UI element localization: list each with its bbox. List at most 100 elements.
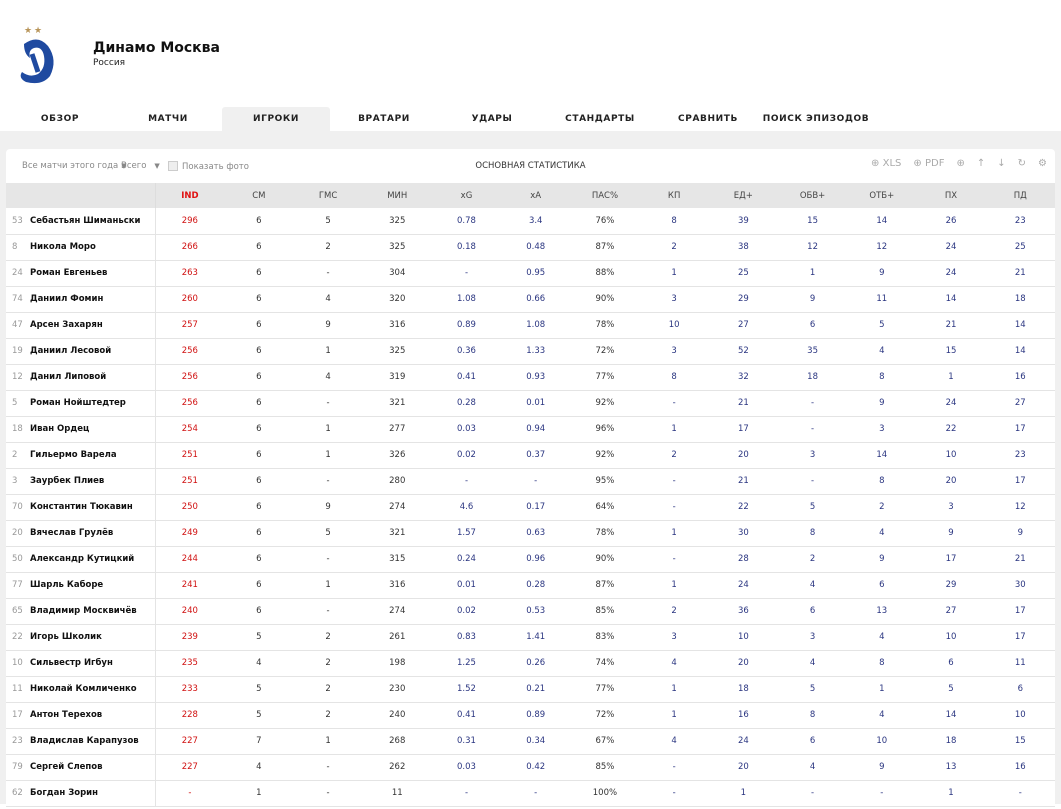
table-row[interactable]: 50 Александр Кутицкий 244 6-315 0.24 0.96 90% -… [6,546,1055,573]
table-row[interactable]: 22 Игорь Школик 239 5 2 261 0.83 1.41 83% 3 10 3 4 10… [6,624,1055,651]
column-header[interactable]: МИН [362,183,432,208]
pdf-label: PDF [924,158,945,169]
table-row[interactable]: 47 Арсен Захарян 257 6 9 316 0.89 1.08 78% 10 27 6 5… [6,312,1055,339]
player-name[interactable]: Николай Комличенко [30,684,137,694]
player-name[interactable]: Владислав Карапузов [30,736,139,746]
table-row[interactable]: 77 Шарль Каборе 241 6 1 316 0.01 0.28 87% 1 24 4 6 29… [6,572,1055,599]
player-name[interactable]: Сильвестр Игбун [30,658,113,668]
column-header[interactable]: xG [431,183,502,208]
player-cell[interactable]: 62 Богдан Зорин [6,780,156,807]
player-cell[interactable]: 53 Себастьян Шиманьски [6,208,156,235]
table-row[interactable]: 11 Николай Комличенко 233 5 2 230 1.52 0.21 77% 1… [6,676,1055,703]
table-row[interactable]: 20 Вячеслав Грулёв 249 6 5 321 1.57 0.63 78% 1 30 8… [6,520,1055,547]
tab-6[interactable]: СРАВНИТЬ [654,107,762,131]
player-cell[interactable]: 12 Данил Липовой [6,364,156,391]
export-pdf-button[interactable]: ⊕ PDF [913,158,944,169]
table-row[interactable]: 53 Себастьян Шиманьски 296 6 5 325 0.78 3.4 76% 8… [6,208,1055,235]
tab-7[interactable]: ПОИСК ЭПИЗОДОВ [762,107,870,131]
tab-0[interactable]: ОБЗОР [6,107,114,131]
table-row[interactable]: 65 Владимир Москвичёв 240 6-274 0.02 0.53 85% 2… [6,598,1055,625]
tab-5[interactable]: СТАНДАРТЫ [546,107,654,131]
table-row[interactable]: 10 Сильвестр Игбун 235 4 2 198 1.25 0.26 74% 4 20 4… [6,650,1055,677]
column-header[interactable]: ПД [985,183,1055,208]
player-name[interactable]: Себастьян Шиманьски [30,216,140,226]
column-header[interactable]: КП [639,183,709,208]
tab-1[interactable]: МАТЧИ [114,107,222,131]
player-cell[interactable]: 74 Даниил Фомин [6,286,156,313]
player-cell[interactable]: 65 Владимир Москвичёв [6,598,156,625]
player-name[interactable]: Заурбек Плиев [30,476,104,486]
player-name[interactable]: Данил Липовой [30,372,106,382]
table-row[interactable]: 74 Даниил Фомин 260 6 4 320 1.08 0.66 90% 3 29 9 11 1… [6,286,1055,313]
player-cell[interactable]: 3 Заурбек Плиев [6,468,156,495]
add-icon[interactable]: ⊕ [956,158,964,169]
player-name[interactable]: Александр Кутицкий [30,554,134,564]
player-cell[interactable]: 79 Сергей Слепов [6,754,156,781]
table-row[interactable]: 24 Роман Евгеньев 263 6-304-0.95 88% 1 25 1 9 24 2… [6,260,1055,287]
column-header[interactable]: ПАС% [570,183,640,208]
player-cell[interactable]: 5 Роман Нойштедтер [6,390,156,417]
table-row[interactable]: 18 Иван Ордец 254 6 1 277 0.03 0.94 96% 1 17-3 22 17 [6,416,1055,443]
tab-3[interactable]: ВРАТАРИ [330,107,438,131]
column-header[interactable]: ЕД+ [708,183,778,208]
table-row[interactable]: 12 Данил Липовой 256 6 4 319 0.41 0.93 77% 8 32 18 8… [6,364,1055,391]
table-row[interactable]: 19 Даниил Лесовой 256 6 1 325 0.36 1.33 72% 3 52 35… [6,338,1055,365]
player-cell[interactable]: 8 Никола Моро [6,234,156,261]
player-name[interactable]: Арсен Захарян [30,320,103,330]
player-cell[interactable]: 17 Антон Терехов [6,702,156,729]
column-header[interactable]: xA [501,183,571,208]
player-name[interactable]: Роман Нойштедтер [30,398,126,408]
stat-cell: 4 [847,520,917,547]
table-row[interactable]: 8 Никола Моро 266 6 2 325 0.18 0.48 87% 2 38 12 12 24… [6,234,1055,261]
column-header[interactable]: ГМС [293,183,363,208]
player-name[interactable]: Роман Евгеньев [30,268,107,278]
arrow-down-icon[interactable]: ↓ [997,158,1005,169]
player-name[interactable]: Константин Тюкавин [30,502,133,512]
tab-2[interactable]: ИГРОКИ [222,107,330,131]
table-row[interactable]: 2 Гильермо Варела 251 6 1 326 0.02 0.37 92% 2 20 3 1… [6,442,1055,469]
player-name[interactable]: Вячеслав Грулёв [30,528,113,538]
arrow-up-icon[interactable]: ↑ [977,158,985,169]
player-cell[interactable]: 50 Александр Кутицкий [6,546,156,573]
player-name[interactable]: Антон Терехов [30,710,102,720]
reset-icon[interactable]: ↻ [1018,158,1026,169]
player-name[interactable]: Даниил Фомин [30,294,103,304]
player-cell[interactable]: 77 Шарль Каборе [6,572,156,599]
player-name[interactable]: Шарль Каборе [30,580,103,590]
table-row[interactable]: 17 Антон Терехов 228 5 2 240 0.41 0.89 72% 1 16 8 4 1… [6,702,1055,729]
column-header[interactable]: ОБВ+ [777,183,848,208]
player-name[interactable]: Даниил Лесовой [30,346,111,356]
player-cell[interactable]: 24 Роман Евгеньев [6,260,156,287]
column-header[interactable]: ОТБ+ [847,183,917,208]
player-number: 77 [12,580,23,590]
table-row[interactable]: 5 Роман Нойштедтер 256 6-321 0.28 0.01 92% -21-… [6,390,1055,417]
player-cell[interactable]: 23 Владислав Карапузов [6,728,156,755]
player-cell[interactable]: 47 Арсен Захарян [6,312,156,339]
player-cell[interactable]: 18 Иван Ордец [6,416,156,443]
player-cell[interactable]: 2 Гильермо Варела [6,442,156,469]
player-name[interactable]: Гильермо Варела [30,450,117,460]
column-header[interactable]: IND [155,183,225,208]
player-name[interactable]: Игорь Школик [30,632,102,642]
player-name[interactable]: Никола Моро [30,242,96,252]
export-xls-button[interactable]: ⊕ XLS [871,158,901,169]
table-row[interactable]: 23 Владислав Карапузов 227 7 1 268 0.31 0.34 67%… [6,728,1055,755]
table-row[interactable]: 3 Заурбек Плиев 251 6-280- -95% -21-8 20 17 [6,468,1055,495]
tab-4[interactable]: УДАРЫ [438,107,546,131]
player-name[interactable]: Иван Ордец [30,424,89,434]
column-header[interactable]: СМ [224,183,294,208]
player-cell[interactable]: 70 Константин Тюкавин [6,494,156,521]
table-row[interactable]: 70 Константин Тюкавин 250 6 9 274 4.6 0.17 64% -2… [6,494,1055,521]
player-cell[interactable]: 20 Вячеслав Грулёв [6,520,156,547]
gear-icon[interactable]: ⚙ [1038,158,1047,169]
player-cell[interactable]: 22 Игорь Школик [6,624,156,651]
column-header[interactable]: ПХ [916,183,986,208]
player-name[interactable]: Владимир Москвичёв [30,606,137,616]
player-cell[interactable]: 19 Даниил Лесовой [6,338,156,365]
player-name[interactable]: Сергей Слепов [30,762,103,772]
table-row[interactable]: 79 Сергей Слепов 227 4-262 0.03 0.42 85% -20 4 9 1… [6,754,1055,781]
player-cell[interactable]: 10 Сильвестр Игбун [6,650,156,677]
player-cell[interactable]: 11 Николай Комличенко [6,676,156,703]
table-row[interactable]: 62 Богдан Зорин -1-11- -100% -1- -1- [6,780,1055,807]
player-name[interactable]: Богдан Зорин [30,788,98,798]
